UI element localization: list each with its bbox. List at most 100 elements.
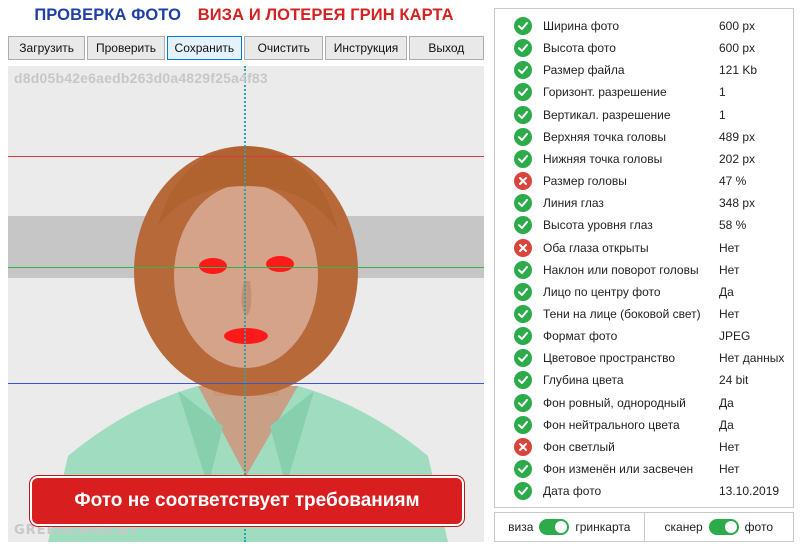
check-value: JPEG bbox=[719, 329, 751, 344]
check-value: Да bbox=[719, 395, 734, 410]
exit-button[interactable]: Выход bbox=[408, 36, 485, 60]
check-label: Цветовое пространство bbox=[543, 351, 676, 366]
check-mark-icon bbox=[514, 127, 532, 146]
check-label: Глубина цвета bbox=[543, 373, 624, 388]
check-value: 13.10.2019 bbox=[719, 484, 780, 499]
mode-toggles: виза гринкарта сканер фото bbox=[494, 512, 794, 542]
check-row: Дата фото 13.10.2019 bbox=[495, 480, 793, 502]
check-label: Фон изменён или засвечен bbox=[543, 462, 694, 476]
check-label: Высота фото bbox=[543, 41, 616, 56]
check-mark-icon bbox=[514, 327, 532, 346]
toggle-left-label: виза bbox=[508, 520, 534, 534]
check-label: Горизонт. разрешение bbox=[543, 85, 667, 100]
check-mark-icon bbox=[514, 194, 532, 213]
check-label: Наклон или поворот головы bbox=[543, 262, 699, 277]
check-mark-icon bbox=[514, 260, 532, 279]
check-value: Нет bbox=[719, 439, 740, 454]
check-value: Нет bbox=[719, 306, 740, 321]
cross-mark-icon bbox=[514, 238, 532, 257]
cross-mark-icon bbox=[514, 437, 532, 456]
check-mark-icon bbox=[514, 61, 532, 80]
checks-panel: Ширина фото 600 px Высота фото 600 px Размер… bbox=[494, 8, 794, 508]
check-row: Оба глаза открыты Нет bbox=[495, 237, 793, 259]
check-label: Размер файла bbox=[543, 63, 625, 78]
check-mark-icon bbox=[514, 371, 532, 390]
check-value: Да bbox=[719, 417, 734, 432]
scanner-photo-toggle-group: сканер фото bbox=[643, 513, 794, 541]
check-mark-icon bbox=[514, 83, 532, 102]
check-mark-icon bbox=[514, 282, 532, 301]
check-row: Ширина фото 600 px bbox=[495, 15, 793, 37]
result-text: Фото не соответствует требованиям bbox=[74, 490, 420, 511]
eye-line bbox=[8, 267, 484, 268]
toolbar: Загрузить Проверить Сохранить Очистить И… bbox=[8, 36, 485, 60]
check-row: Тени на лице (боковой свет) Нет bbox=[495, 303, 793, 325]
check-mark-icon bbox=[514, 304, 532, 323]
check-label: Верхняя точка головы bbox=[543, 129, 667, 144]
photo-hash: d8d05b42e6aedb263d0a4829f25a4f83 bbox=[14, 70, 268, 86]
scanner-photo-switch[interactable] bbox=[708, 519, 739, 535]
check-label: Тени на лице (боковой свет) bbox=[543, 306, 701, 321]
check-value: Да bbox=[719, 284, 734, 299]
check-mark-icon bbox=[514, 216, 532, 235]
save-button[interactable]: Сохранить bbox=[166, 36, 243, 60]
check-mark-icon bbox=[514, 149, 532, 168]
check-row: Размер головы 47 % bbox=[495, 170, 793, 192]
chin-line bbox=[8, 383, 484, 384]
check-value: 121 Kb bbox=[719, 63, 758, 78]
check-label: Ширина фото bbox=[543, 19, 620, 33]
check-mark-icon bbox=[514, 482, 532, 501]
check-mark-icon bbox=[514, 460, 532, 478]
check-button[interactable]: Проверить bbox=[87, 36, 165, 60]
title-left: ПРОВЕРКА ФОТО bbox=[34, 6, 182, 24]
check-value: 202 px bbox=[719, 151, 756, 166]
page-title: ПРОВЕРКА ФОТО ВИЗА И ЛОТЕРЕЯ ГРИН КАРТА bbox=[0, 6, 488, 25]
check-value: 600 px bbox=[719, 41, 756, 56]
check-mark-icon bbox=[514, 17, 532, 35]
check-value: Нет bbox=[719, 462, 740, 476]
check-row: Горизонт. разрешение 1 bbox=[495, 81, 793, 103]
check-value: 58 % bbox=[719, 218, 747, 233]
check-row: Фон изменён или засвечен Нет bbox=[495, 458, 793, 480]
title-right: ВИЗА И ЛОТЕРЕЯ ГРИН КАРТА bbox=[197, 6, 454, 24]
clear-button[interactable]: Очистить bbox=[244, 36, 324, 60]
check-value: 24 bit bbox=[719, 373, 749, 388]
check-row: Формат фото JPEG bbox=[495, 325, 793, 347]
result-banner: Фото не соответствует требованиям bbox=[30, 476, 464, 526]
app-window: ПРОВЕРКА ФОТО ВИЗА И ЛОТЕРЕЯ ГРИН КАРТА … bbox=[0, 0, 800, 550]
check-row: Линия глаз 348 px bbox=[495, 192, 793, 214]
check-row: Размер файла 121 Kb bbox=[495, 59, 793, 81]
check-label: Высота уровня глаз bbox=[543, 218, 653, 233]
check-mark-icon bbox=[514, 415, 532, 434]
check-label: Лицо по центру фото bbox=[543, 284, 661, 299]
check-value: 1 bbox=[719, 107, 726, 122]
check-row: Вертикал. разрешение 1 bbox=[495, 104, 793, 126]
check-value: Нет bbox=[719, 262, 740, 277]
check-value: Нет данных bbox=[719, 351, 785, 366]
check-mark-icon bbox=[514, 393, 532, 412]
check-value: 348 px bbox=[719, 196, 756, 211]
toggle-left-label: сканер bbox=[664, 520, 703, 534]
check-label: Дата фото bbox=[543, 484, 602, 499]
check-row: Глубина цвета 24 bit bbox=[495, 369, 793, 391]
check-row: Наклон или поворот головы Нет bbox=[495, 259, 793, 281]
check-label: Фон нейтрального цвета bbox=[543, 417, 680, 432]
check-row: Фон нейтрального цвета Да bbox=[495, 414, 793, 436]
load-button[interactable]: Загрузить bbox=[8, 36, 86, 60]
photo-preview: d8d05b42e6aedb263d0a4829f25a4f83 GREENCA… bbox=[8, 66, 484, 542]
check-value: 489 px bbox=[719, 129, 756, 144]
check-label: Фон светлый bbox=[543, 439, 615, 454]
instructions-button[interactable]: Инструкция bbox=[325, 36, 407, 60]
visa-greencard-switch[interactable] bbox=[539, 519, 570, 535]
check-label: Вертикал. разрешение bbox=[543, 107, 671, 122]
toggle-right-label: гринкарта bbox=[575, 520, 631, 534]
check-value: Нет bbox=[719, 240, 740, 255]
check-row: Верхняя точка головы 489 px bbox=[495, 126, 793, 148]
check-mark-icon bbox=[514, 349, 532, 368]
check-label: Фон ровный, однородный bbox=[543, 395, 686, 410]
check-row: Высота уровня глаз 58 % bbox=[495, 214, 793, 236]
cross-mark-icon bbox=[514, 172, 532, 191]
check-row: Лицо по центру фото Да bbox=[495, 281, 793, 303]
check-row: Фон светлый Нет bbox=[495, 436, 793, 458]
check-label: Формат фото bbox=[543, 329, 618, 344]
